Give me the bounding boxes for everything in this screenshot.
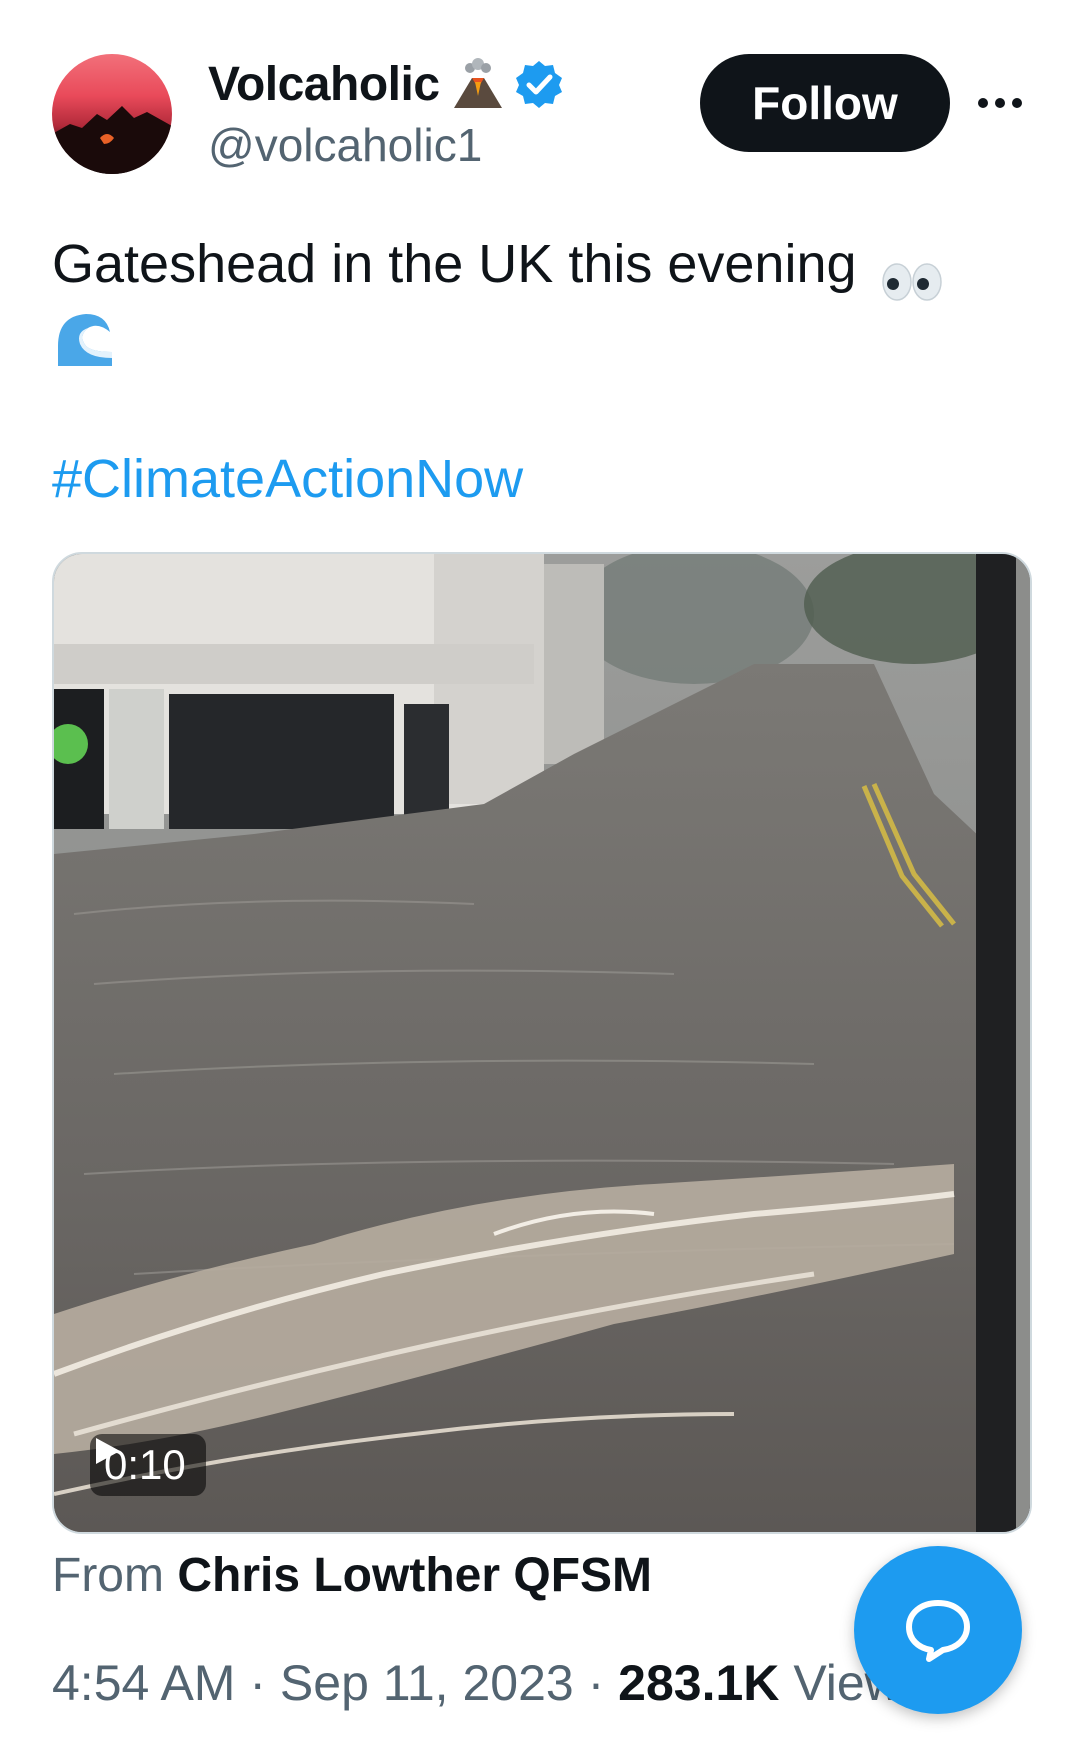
more-horizontal-icon[interactable]: [975, 88, 1025, 118]
tweet-video[interactable]: 0:10: [52, 552, 1032, 1534]
eyes-icon: [880, 248, 944, 301]
verified-badge-icon: [514, 59, 564, 109]
tweet-body: Gateshead in the UK this evening: [52, 234, 857, 294]
video-source-attribution: From Chris Lowther QFSM: [52, 1548, 652, 1603]
meta-separator: ·: [587, 1655, 605, 1711]
views-count: 283.1K: [618, 1655, 780, 1711]
author-avatar[interactable]: [52, 54, 172, 174]
follow-button[interactable]: Follow: [700, 54, 950, 152]
chat-bubble-icon: [906, 1600, 970, 1662]
wave-icon: [52, 306, 118, 372]
source-prefix: From: [52, 1549, 164, 1602]
volcano-icon: [450, 56, 506, 112]
hashtag-link[interactable]: #ClimateActionNow: [52, 448, 523, 510]
source-name-link[interactable]: Chris Lowther QFSM: [177, 1549, 652, 1602]
author-handle[interactable]: @volcaholic1: [208, 118, 482, 172]
video-duration-badge: 0:10: [90, 1434, 206, 1496]
play-icon: [96, 1438, 120, 1464]
meta-separator: ·: [249, 1655, 267, 1711]
author-display-name[interactable]: Volcaholic: [208, 57, 440, 112]
tweet-meta: 4:54 AM · Sep 11, 2023 · 283.1K Views: [52, 1654, 926, 1712]
tweet-date[interactable]: Sep 11, 2023: [280, 1655, 574, 1711]
tweet-time[interactable]: 4:54 AM: [52, 1655, 235, 1711]
tweet-text: Gateshead in the UK this evening: [52, 228, 1032, 301]
chat-fab-button[interactable]: [854, 1546, 1022, 1714]
avatar-volcano-silhouette: [52, 106, 172, 174]
flooded-street-thumbnail: [54, 554, 1030, 1532]
author-name-row: Volcaholic: [208, 56, 564, 112]
